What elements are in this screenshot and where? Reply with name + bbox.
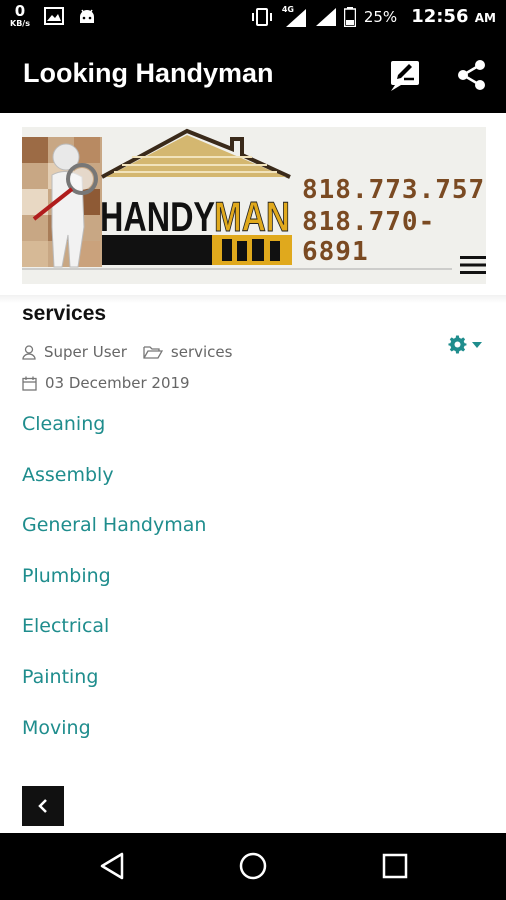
- service-link-cleaning[interactable]: Cleaning: [22, 411, 206, 462]
- phone-number-1[interactable]: 818.773.7571: [302, 175, 486, 205]
- battery-percent: 25%: [363, 7, 398, 26]
- app-title: Looking Handyman: [23, 58, 274, 88]
- gear-icon: [448, 335, 467, 354]
- published-date: 03 December 2019: [45, 374, 190, 392]
- service-link-assembly[interactable]: Assembly: [22, 462, 206, 513]
- home-circle-icon[interactable]: [238, 851, 268, 881]
- phone-number-2[interactable]: 818.770-6891: [302, 207, 486, 267]
- signal-icon: [285, 8, 306, 27]
- category-link[interactable]: services: [171, 343, 233, 361]
- net-speed-value: 0: [14, 2, 26, 20]
- system-navigation-bar: [0, 833, 506, 900]
- logo-text-handy: HANDY: [100, 193, 215, 240]
- service-link-moving[interactable]: Moving: [22, 715, 206, 766]
- handyman-logo-banner: HANDY MAN 818.773.7571 818.770-6891: [22, 127, 486, 284]
- net-speed-unit: KB/s: [10, 19, 30, 28]
- clock: 12:56 AM: [411, 6, 496, 27]
- folder-open-icon: [143, 345, 163, 359]
- image-icon: [43, 7, 64, 25]
- clock-ampm: AM: [474, 11, 496, 25]
- app-bar: Looking Handyman: [0, 36, 506, 113]
- clock-time: 12:56: [411, 6, 469, 27]
- status-bar: 0 KB/s 4G 25% 12:56 AM: [0, 0, 506, 36]
- mobile-signal: 4G: [282, 5, 308, 27]
- logo-text-man: MAN: [214, 193, 290, 240]
- user-icon: [22, 344, 36, 360]
- android-icon: [79, 9, 94, 23]
- share-icon[interactable]: [455, 58, 489, 92]
- service-link-general-handyman[interactable]: General Handyman: [22, 512, 206, 563]
- page-title: services: [22, 302, 107, 325]
- article-date-row: 03 December 2019: [22, 374, 190, 392]
- article-meta: Super User services: [22, 343, 232, 361]
- author-name: Super User: [44, 343, 127, 361]
- service-link-plumbing[interactable]: Plumbing: [22, 563, 206, 614]
- net-speed-indicator: 0 KB/s: [10, 4, 30, 28]
- service-link-painting[interactable]: Painting: [22, 664, 206, 715]
- edit-note-icon[interactable]: [388, 58, 422, 92]
- article-tools-dropdown[interactable]: [448, 335, 482, 355]
- recents-square-icon[interactable]: [380, 851, 410, 881]
- service-link-electrical[interactable]: Electrical: [22, 613, 206, 664]
- header-banner: HANDY MAN 818.773.7571 818.770-6891: [0, 113, 506, 303]
- services-list: Cleaning Assembly General Handyman Plumb…: [22, 411, 206, 765]
- hamburger-menu-icon[interactable]: [460, 254, 486, 276]
- chevron-left-icon: [38, 799, 47, 813]
- wifi-signal-icon: [315, 7, 336, 26]
- battery-icon: [343, 6, 356, 27]
- previous-page-button[interactable]: [22, 786, 64, 826]
- calendar-icon: [22, 376, 37, 391]
- caret-down-icon: [472, 342, 482, 348]
- vibrate-icon: [251, 7, 272, 26]
- app-screen: 0 KB/s 4G 25% 12:56 AM Looking Handyman …: [0, 0, 506, 900]
- back-triangle-icon[interactable]: [98, 851, 128, 881]
